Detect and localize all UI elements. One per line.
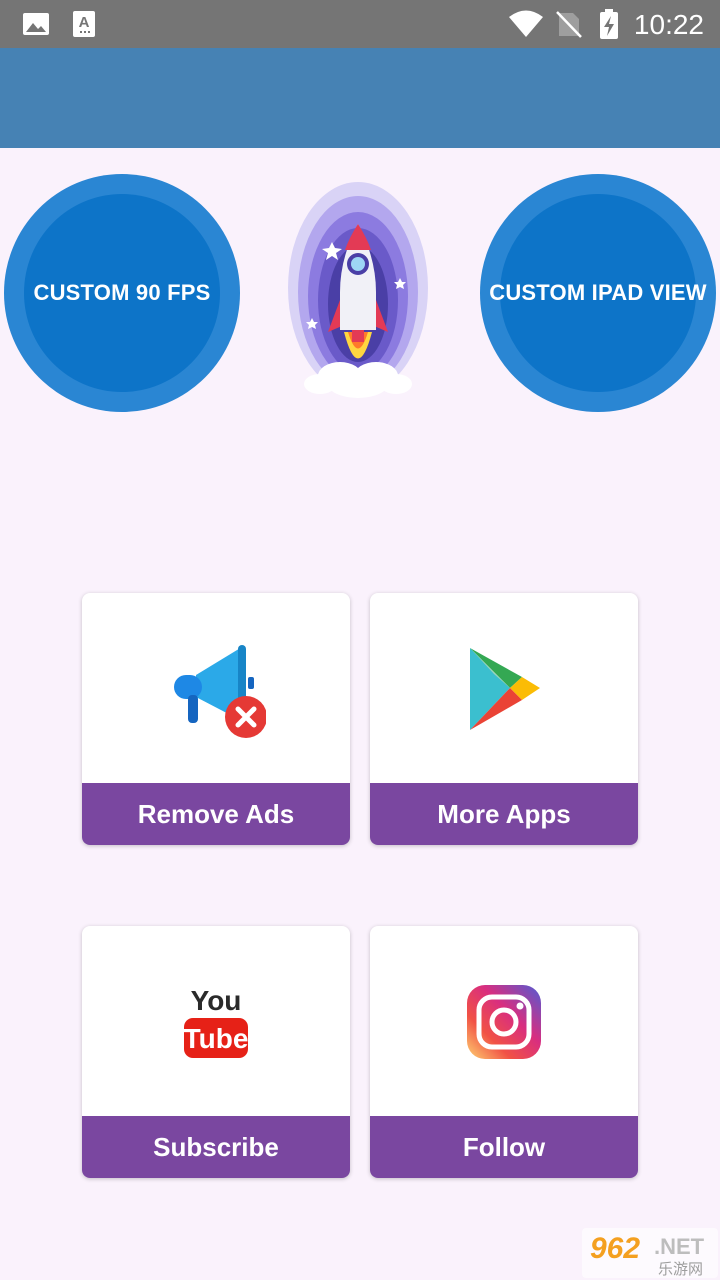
svg-text:You: You xyxy=(191,985,242,1016)
more-apps-label: More Apps xyxy=(370,783,638,845)
subscribe-card[interactable]: You Tube Subscribe xyxy=(82,926,350,1178)
custom-90-fps-button[interactable]: CUSTOM 90 FPS xyxy=(4,174,240,412)
follow-label: Follow xyxy=(370,1116,638,1178)
instagram-icon xyxy=(467,985,541,1059)
remove-ads-megaphone-icon xyxy=(174,645,266,738)
no-sim-icon xyxy=(556,11,582,38)
svg-text:乐游网: 乐游网 xyxy=(658,1260,703,1278)
svg-text:Tube: Tube xyxy=(184,1023,249,1054)
font-icon: A xyxy=(73,11,95,37)
watermark-logo: 962 .NET 乐游网 xyxy=(582,1228,718,1278)
clock: 10:22 xyxy=(633,9,704,40)
svg-text:A: A xyxy=(79,14,90,31)
custom-90-fps-label: CUSTOM 90 FPS xyxy=(33,280,211,305)
wifi-icon xyxy=(509,10,543,37)
image-icon xyxy=(23,13,49,35)
svg-text:.NET: .NET xyxy=(654,1234,705,1259)
custom-ipad-view-label: CUSTOM IPAD VIEW xyxy=(489,280,707,305)
more-apps-card[interactable]: More Apps xyxy=(370,593,638,845)
google-play-icon xyxy=(470,648,540,730)
status-bar: A 10:22 xyxy=(0,0,720,48)
battery-charging-icon xyxy=(600,9,618,39)
remove-ads-label: Remove Ads xyxy=(82,783,350,845)
custom-ipad-view-button[interactable]: CUSTOM IPAD VIEW xyxy=(480,174,716,412)
remove-ads-card[interactable]: Remove Ads xyxy=(82,593,350,845)
subscribe-label: Subscribe xyxy=(82,1116,350,1178)
svg-text:962: 962 xyxy=(590,1232,640,1265)
youtube-icon: You Tube xyxy=(184,985,249,1058)
app-bar xyxy=(0,48,720,148)
rocket-icon xyxy=(288,182,428,398)
follow-card[interactable]: Follow xyxy=(370,926,638,1178)
